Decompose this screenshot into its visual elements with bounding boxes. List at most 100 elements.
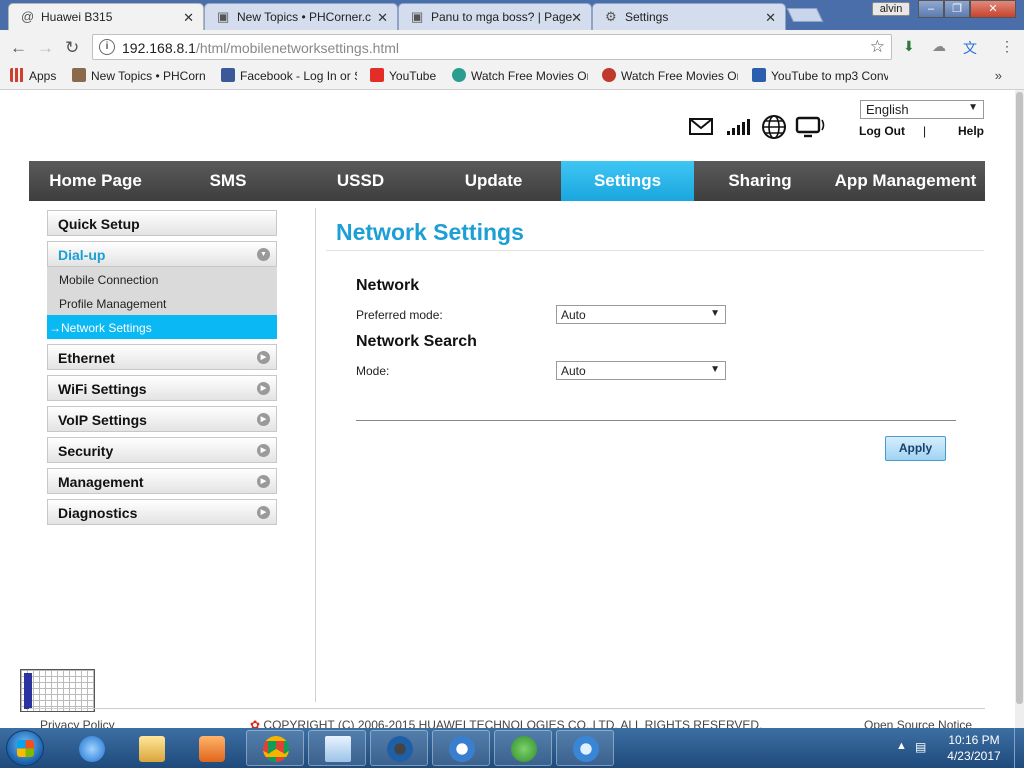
translate-extension-icon[interactable]: 文: [963, 38, 977, 58]
reload-icon[interactable]: ↻: [65, 38, 79, 58]
menu-wifi-settings[interactable]: WiFi Settings ▶: [47, 375, 277, 401]
nav-update[interactable]: Update: [427, 161, 560, 201]
main-navigation: Home Page SMS USSD Update Settings Shari…: [29, 161, 985, 201]
taskbar-downloader[interactable]: [494, 730, 552, 766]
close-icon[interactable]: ✕: [571, 10, 582, 26]
submenu-network-settings[interactable]: →Network Settings: [47, 315, 277, 339]
taskbar-settings-tool[interactable]: [370, 730, 428, 766]
taskbar-chrome[interactable]: [246, 730, 304, 766]
content-divider: [315, 208, 316, 702]
internet-explorer-icon: [79, 736, 105, 762]
more-bookmarks-chevron[interactable]: »: [995, 68, 1002, 83]
nav-settings[interactable]: Settings: [561, 161, 694, 201]
minimize-button[interactable]: –: [918, 0, 944, 18]
back-arrow-icon[interactable]: ←: [10, 38, 27, 58]
mode-select[interactable]: Auto ▼: [556, 361, 726, 380]
bookmark-apps[interactable]: Apps: [10, 68, 56, 83]
tab-new-topics[interactable]: ▣ New Topics • PHCorner.c ✕: [204, 3, 398, 30]
network-search-heading: Network Search: [356, 333, 477, 350]
network-tray-icon[interactable]: ▤: [915, 740, 926, 754]
info-icon[interactable]: i: [99, 39, 115, 55]
menu-quick-setup[interactable]: Quick Setup: [47, 210, 277, 236]
clock-date: 4/23/2017: [947, 749, 1001, 763]
scrollbar-thumb[interactable]: [1016, 92, 1023, 704]
privacy-policy-link[interactable]: Privacy Policy: [40, 718, 115, 728]
restore-button[interactable]: ❐: [944, 0, 970, 18]
eagle-icon: [449, 736, 475, 762]
envelope-icon[interactable]: [689, 118, 713, 135]
nav-ussd[interactable]: USSD: [294, 161, 427, 201]
submenu-profile-management[interactable]: Profile Management: [47, 291, 277, 315]
new-tab-button[interactable]: [786, 8, 824, 22]
language-select[interactable]: English ▼: [860, 100, 984, 119]
taskbar-ie[interactable]: [62, 730, 120, 766]
bookmark-facebook[interactable]: Facebook - Log In or S: [221, 68, 357, 83]
bookmark-watch-movies-2[interactable]: Watch Free Movies Or: [602, 68, 738, 83]
mode-label: Mode:: [356, 364, 390, 378]
help-link[interactable]: Help: [958, 124, 984, 138]
taskbar-media-player[interactable]: [182, 730, 240, 766]
nav-sharing[interactable]: Sharing: [694, 161, 826, 201]
taskbar-notepad[interactable]: [308, 730, 366, 766]
menu-management[interactable]: Management ▶: [47, 468, 277, 494]
open-source-notice-link[interactable]: Open Source Notice: [864, 718, 972, 728]
taskbar-network-tool[interactable]: [556, 730, 614, 766]
start-button[interactable]: [6, 730, 44, 766]
mp3-icon: [752, 68, 766, 82]
close-icon[interactable]: ✕: [183, 10, 194, 26]
cloud-extension-icon[interactable]: ☁: [932, 38, 946, 55]
bookmark-star-icon[interactable]: ☆: [870, 37, 885, 57]
download-extension-icon[interactable]: ⬇: [903, 38, 915, 55]
play-circle-icon: [452, 68, 466, 82]
menu-security[interactable]: Security ▶: [47, 437, 277, 463]
menu-voip-settings[interactable]: VoIP Settings ▶: [47, 406, 277, 432]
chevron-right-icon: ▶: [257, 506, 270, 519]
menu-kebab-icon[interactable]: ⋮: [1000, 38, 1014, 55]
page-scrollbar[interactable]: [1015, 90, 1024, 728]
copyright-label: COPYRIGHT (C) 2006-2015 HUAWEI TECHNOLOG…: [263, 718, 763, 728]
close-icon[interactable]: ✕: [377, 10, 388, 26]
taskbar-explorer[interactable]: [122, 730, 180, 766]
globe-download-icon: [511, 736, 537, 762]
page-title: Network Settings: [336, 219, 524, 245]
menu-label: VoIP Settings: [58, 412, 147, 428]
bookmark-label: Watch Free Movies Or: [621, 69, 738, 83]
close-icon[interactable]: ✕: [765, 10, 776, 26]
apply-button[interactable]: Apply: [885, 436, 946, 461]
youtube-icon: [370, 68, 384, 82]
tab-settings[interactable]: ⚙ Settings ✕: [592, 3, 786, 30]
bookmark-watch-movies-1[interactable]: Watch Free Movies Or: [452, 68, 588, 83]
nav-sms[interactable]: SMS: [162, 161, 294, 201]
logout-link[interactable]: Log Out: [859, 124, 905, 138]
forward-arrow-icon[interactable]: →: [37, 38, 54, 58]
url-path: /html/mobilenetworksettings.html: [195, 40, 400, 56]
tray-expand-icon[interactable]: ▲: [896, 740, 907, 752]
window-close-button[interactable]: ✕: [970, 0, 1016, 18]
url-host: 192.168.8.1: [122, 40, 196, 56]
folder-icon: [139, 736, 165, 762]
tab-title: Settings: [625, 10, 669, 24]
menu-ethernet[interactable]: Ethernet ▶: [47, 344, 277, 370]
phcorner-icon: ▣: [411, 9, 424, 24]
show-desktop-button[interactable]: [1014, 728, 1024, 768]
tab-huawei-b315[interactable]: @ Huawei B315 ✕: [8, 3, 204, 30]
menu-dialup[interactable]: Dial-up ▼: [47, 241, 277, 267]
submenu-mobile-connection[interactable]: Mobile Connection: [47, 267, 277, 291]
nav-home-page[interactable]: Home Page: [29, 161, 162, 201]
profile-badge[interactable]: alvin: [872, 2, 910, 16]
grid-widget: [20, 669, 95, 712]
tab-title: Huawei B315: [41, 10, 113, 24]
tab-panu[interactable]: ▣ Panu to mga boss? | Page ✕: [398, 3, 592, 30]
bookmark-youtube[interactable]: YouTube: [370, 68, 436, 83]
bookmark-new-topics[interactable]: New Topics • PHCorn: [72, 68, 207, 83]
taskbar-eagle-app[interactable]: [432, 730, 490, 766]
nav-app-management[interactable]: App Management: [826, 161, 985, 201]
gear-icon: [387, 736, 413, 762]
chevron-right-icon: ▶: [257, 475, 270, 488]
menu-label: Diagnostics: [58, 505, 138, 521]
address-bar[interactable]: i 192.168.8.1/html/mobilenetworksettings…: [92, 34, 892, 60]
preferred-mode-select[interactable]: Auto ▼: [556, 305, 726, 324]
menu-diagnostics[interactable]: Diagnostics ▶: [47, 499, 277, 525]
system-clock[interactable]: 10:16 PM 4/23/2017: [940, 732, 1008, 764]
bookmark-youtube-mp3[interactable]: YouTube to mp3 Conv: [752, 68, 888, 83]
